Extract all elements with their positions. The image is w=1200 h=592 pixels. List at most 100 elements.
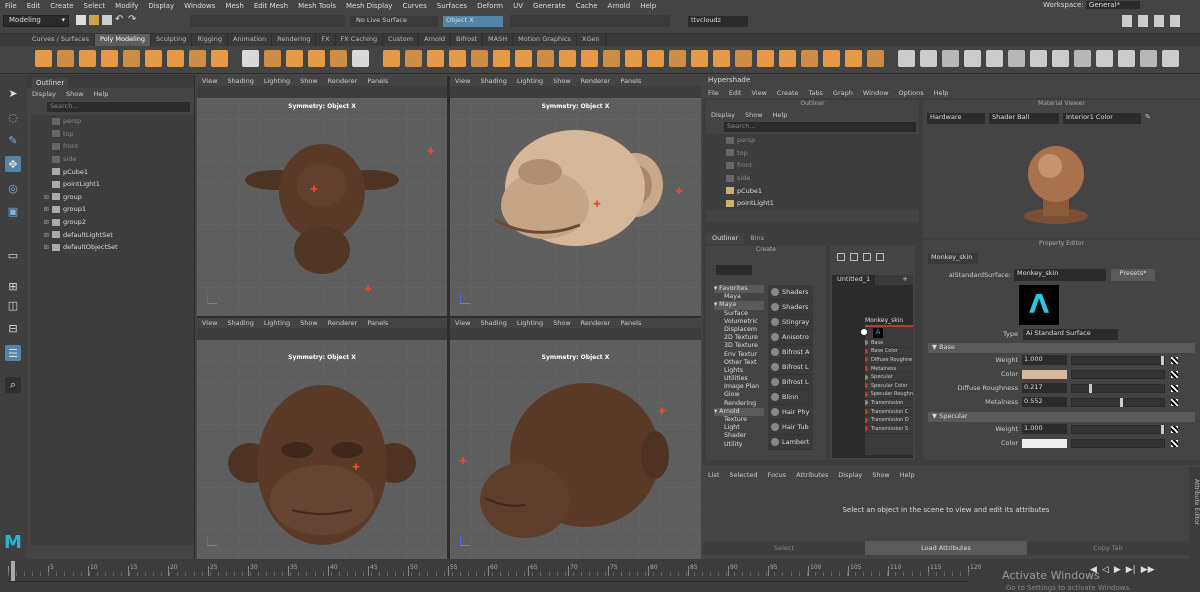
shape-dropdown[interactable]: Shader Ball: [989, 113, 1059, 124]
step-forward-icon[interactable]: ▶|: [1126, 565, 1136, 575]
map-button-icon[interactable]: [1171, 370, 1178, 378]
node-port[interactable]: Transmission C: [865, 408, 913, 417]
attribute-value-field[interactable]: 0.552: [1022, 397, 1067, 407]
outliner-item[interactable]: pCube1: [31, 165, 194, 178]
live-surface-field[interactable]: No Live Surface: [350, 16, 438, 27]
hs-menu[interactable]: View: [746, 89, 771, 97]
node-name-field[interactable]: Monkey_skin: [1014, 269, 1106, 281]
channel-box-icon[interactable]: [1154, 15, 1164, 27]
viewport-canvas[interactable]: Symmetry: Object X ✚ ✚ ✚: [197, 98, 447, 316]
map-button-icon[interactable]: [1171, 356, 1178, 364]
create-category[interactable]: Lights: [714, 367, 764, 375]
viewport-menu-lighting[interactable]: Lighting: [259, 77, 295, 85]
ae-menu[interactable]: Show: [867, 471, 895, 479]
create-category[interactable]: Env Textur: [714, 351, 764, 359]
shelf-tab[interactable]: Curves / Surfaces: [27, 34, 96, 46]
property-tab[interactable]: Monkey_skin: [928, 253, 978, 264]
shelf-tool-icon[interactable]: [101, 50, 118, 67]
graph-input-icon[interactable]: [863, 253, 871, 261]
viewport-menu-show[interactable]: Show: [548, 77, 576, 85]
create-category[interactable]: Displacem: [714, 326, 764, 334]
shelf-tool-icon[interactable]: [823, 50, 840, 67]
menu-create[interactable]: Create: [45, 2, 78, 10]
shader-item[interactable]: Bifrost A: [768, 345, 813, 360]
point-light-icon[interactable]: ✚: [593, 201, 601, 210]
attribute-slider[interactable]: [1071, 424, 1165, 434]
new-scene-icon[interactable]: [76, 15, 86, 25]
menu-help[interactable]: Help: [635, 2, 661, 10]
create-category[interactable]: Volumetric: [714, 318, 764, 326]
viewport-menu-lighting[interactable]: Lighting: [512, 77, 548, 85]
shelf-tab[interactable]: Rendering: [272, 34, 317, 46]
shelf-tool-icon[interactable]: [57, 50, 74, 67]
shader-item[interactable]: Bifrost L: [768, 360, 813, 375]
hs-outliner-menu[interactable]: Help: [768, 111, 793, 119]
shader-item[interactable]: Lambert: [768, 435, 813, 450]
shader-item[interactable]: Hair Phy: [768, 405, 813, 420]
outliner-item[interactable]: ⊞ defaultLightSet: [31, 228, 194, 241]
outliner-item[interactable]: ⊞ defaultObjectSet: [31, 241, 194, 254]
shelf-tool-icon[interactable]: [264, 50, 281, 67]
map-button-icon[interactable]: [1171, 439, 1178, 447]
ae-button[interactable]: Select: [703, 541, 865, 555]
shelf-tool-icon[interactable]: [515, 50, 532, 67]
ae-menu[interactable]: Display: [833, 471, 867, 479]
viewport-menu-panels[interactable]: Panels: [615, 319, 646, 327]
hs-menu[interactable]: File: [703, 89, 724, 97]
ae-button[interactable]: Load Attributes: [865, 541, 1027, 555]
shelf-tool-icon[interactable]: [1030, 50, 1047, 67]
viewport-canvas[interactable]: Symmetry: Object X ✚ ✚: [450, 98, 701, 316]
create-category[interactable]: Shader: [714, 432, 764, 440]
hs-outliner-item[interactable]: persp: [726, 134, 919, 147]
shelf-tool-icon[interactable]: [242, 50, 259, 67]
menu-surfaces[interactable]: Surfaces: [432, 2, 472, 10]
viewer-pin-icon[interactable]: ✎: [1145, 113, 1153, 121]
user-account[interactable]: ttvcloudz: [688, 16, 748, 27]
viewport-menu-lighting[interactable]: Lighting: [512, 319, 548, 327]
render-tools[interactable]: [510, 15, 670, 27]
viewport-menu-panels[interactable]: Panels: [362, 319, 393, 327]
hs-menu[interactable]: Tabs: [804, 89, 828, 97]
viewport-bottom-right[interactable]: View Shading Lighting Show Renderer Panels Sy…: [450, 318, 701, 559]
ae-menu[interactable]: Selected: [724, 471, 762, 479]
attribute-value-field[interactable]: 1.000: [1022, 424, 1067, 434]
shelf-tab[interactable]: FX Caching: [336, 34, 384, 46]
menu-windows[interactable]: Windows: [179, 2, 220, 10]
shelf-tool-icon[interactable]: [713, 50, 730, 67]
menu-display[interactable]: Display: [143, 2, 179, 10]
shelf-tab[interactable]: Poly Modeling: [95, 34, 151, 46]
shelf-tool-icon[interactable]: [427, 50, 444, 67]
shelf-tool-icon[interactable]: [942, 50, 959, 67]
outliner-tab[interactable]: Outliner: [32, 78, 69, 88]
shelf-tool-icon[interactable]: [493, 50, 510, 67]
viewport-menu-show[interactable]: Show: [295, 77, 323, 85]
ae-menu[interactable]: Attributes: [791, 471, 833, 479]
viewport-bottom-left[interactable]: View Shading Lighting Show Renderer Panels Sy…: [197, 318, 447, 559]
mode-selector[interactable]: Modeling ▾: [3, 15, 69, 27]
shelf-tab[interactable]: Animation: [228, 34, 273, 46]
viewport-menu-panels[interactable]: Panels: [362, 77, 393, 85]
menu-arnold[interactable]: Arnold: [603, 2, 636, 10]
map-button-icon[interactable]: [1171, 398, 1178, 406]
presets-button[interactable]: Presets*: [1111, 269, 1155, 281]
menu-edit-mesh[interactable]: Edit Mesh: [249, 2, 293, 10]
hs-outliner-item[interactable]: pCube1: [726, 184, 919, 197]
shelf-tool-icon[interactable]: [1118, 50, 1135, 67]
color-swatch[interactable]: [1022, 369, 1067, 379]
current-time-marker[interactable]: [11, 561, 15, 581]
create-category[interactable]: Texture: [714, 416, 764, 424]
timeline[interactable]: 1510152025303540455055606570758085909510…: [0, 559, 1200, 592]
shader-item[interactable]: Shaders: [768, 285, 813, 300]
layout-single-icon[interactable]: ▭: [5, 247, 21, 263]
shelf-tool-icon[interactable]: [167, 50, 184, 67]
expand-icon[interactable]: [31, 180, 49, 188]
shelf-tool-icon[interactable]: [986, 50, 1003, 67]
hs-outliner-item[interactable]: side: [726, 172, 919, 185]
create-search-input[interactable]: [716, 265, 752, 275]
step-back-icon[interactable]: ◀: [1090, 565, 1097, 575]
shelf-tool-icon[interactable]: [920, 50, 937, 67]
point-light-icon[interactable]: ✚: [459, 458, 467, 467]
point-light-icon[interactable]: ✚: [364, 286, 372, 295]
hs-search-input[interactable]: Search...: [724, 122, 916, 132]
attribute-slider[interactable]: [1071, 355, 1165, 365]
